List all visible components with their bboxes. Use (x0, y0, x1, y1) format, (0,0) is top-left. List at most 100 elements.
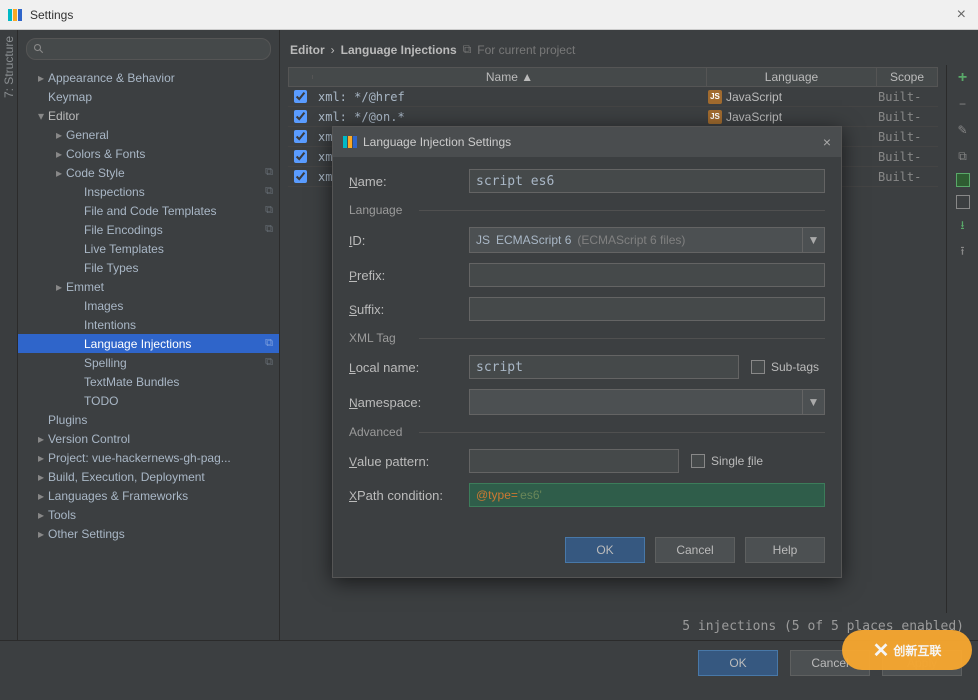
suffix-input[interactable] (469, 297, 825, 321)
watermark-badge: ✕创新互联 (842, 630, 972, 670)
search-icon (33, 43, 45, 55)
xmltag-legend: XML Tag (349, 331, 825, 345)
modal-help-button[interactable]: Help (745, 537, 825, 563)
settings-sidebar: ▸Appearance & BehaviorKeymap▾Editor▸Gene… (18, 30, 280, 640)
js-icon: JS (708, 110, 722, 124)
localname-input[interactable] (469, 355, 739, 379)
sidebar-item-project-vue-hackernews-gh-pag-[interactable]: ▸Project: vue-hackernews-gh-pag... (18, 448, 279, 467)
chevron-down-icon[interactable]: ▼ (803, 227, 825, 253)
table-row[interactable]: xml: */@hrefJSJavaScriptBuilt- (288, 87, 938, 107)
row-checkbox[interactable] (294, 90, 307, 103)
tool-window-stripe: 7: Structure (0, 30, 18, 640)
import-icon[interactable]: ⭳ (954, 217, 972, 235)
sidebar-item-file-encodings[interactable]: File Encodings⧉ (18, 220, 279, 239)
sidebar-item-todo[interactable]: TODO (18, 391, 279, 410)
valuepattern-input[interactable] (469, 449, 679, 473)
subtags-checkbox[interactable]: Sub-tags (751, 360, 819, 374)
settings-tree[interactable]: ▸Appearance & BehaviorKeymap▾Editor▸Gene… (18, 68, 279, 640)
js-icon: JS (708, 90, 722, 104)
col-name[interactable]: Name ▲ (313, 68, 707, 86)
copy-icon: ⧉ (265, 185, 273, 198)
structure-tab[interactable]: 7: Structure (2, 36, 16, 98)
breadcrumb: Editor › Language Injections ⧉ For curre… (280, 30, 978, 65)
dialog-button-bar: OK Cancel Apply (0, 640, 978, 684)
col-scope[interactable]: Scope (877, 68, 937, 86)
id-combo[interactable]: JSECMAScript 6 (ECMAScript 6 files) ▼ (469, 227, 825, 253)
window-title: Settings (30, 8, 73, 22)
ok-button[interactable]: OK (698, 650, 778, 676)
sidebar-item-languages-frameworks[interactable]: ▸Languages & Frameworks (18, 486, 279, 505)
localname-label: Local name: (349, 360, 469, 375)
sidebar-item-language-injections[interactable]: Language Injections⧉ (18, 334, 279, 353)
language-legend: Language (349, 203, 825, 217)
modal-titlebar[interactable]: Language Injection Settings × (333, 127, 841, 157)
xpath-input[interactable]: @type='es6' (469, 483, 825, 507)
copy-icon: ⧉ (265, 337, 273, 350)
sidebar-item-textmate-bundles[interactable]: TextMate Bundles (18, 372, 279, 391)
sidebar-item-live-templates[interactable]: Live Templates (18, 239, 279, 258)
table-toolbar: + − ✎ ⧉ ⭳ ⭱ (946, 65, 978, 613)
prefix-label: Prefix: (349, 268, 469, 283)
name-input[interactable] (469, 169, 825, 193)
row-checkbox[interactable] (294, 170, 307, 183)
disable-icon[interactable] (956, 195, 970, 209)
settings-search[interactable] (26, 38, 271, 60)
sidebar-item-editor[interactable]: ▾Editor (18, 106, 279, 125)
modal-close-icon[interactable]: × (823, 134, 831, 150)
modal-title: Language Injection Settings (363, 135, 511, 149)
window-titlebar: Settings × (0, 0, 978, 30)
name-label: Name: (349, 174, 469, 189)
singlefile-checkbox[interactable]: Single file (691, 454, 763, 468)
modal-ok-button[interactable]: OK (565, 537, 645, 563)
language-injection-modal: Language Injection Settings × Name: Lang… (332, 126, 842, 578)
js-icon: JS (476, 233, 490, 247)
row-checkbox[interactable] (294, 130, 307, 143)
xpath-label: XPath condition: (349, 488, 469, 503)
sidebar-item-plugins[interactable]: Plugins (18, 410, 279, 429)
suffix-label: Suffix: (349, 302, 469, 317)
col-language[interactable]: Language (707, 68, 877, 86)
sidebar-item-intentions[interactable]: Intentions (18, 315, 279, 334)
app-icon (8, 7, 24, 23)
modal-cancel-button[interactable]: Cancel (655, 537, 735, 563)
sidebar-item-build-execution-deployment[interactable]: ▸Build, Execution, Deployment (18, 467, 279, 486)
remove-icon[interactable]: − (954, 95, 972, 113)
close-icon[interactable]: × (953, 6, 970, 24)
sidebar-item-keymap[interactable]: Keymap (18, 87, 279, 106)
prefix-input[interactable] (469, 263, 825, 287)
copy-icon: ⧉ (265, 166, 273, 179)
sidebar-item-emmet[interactable]: ▸Emmet (18, 277, 279, 296)
add-icon[interactable]: + (954, 69, 972, 87)
sidebar-item-tools[interactable]: ▸Tools (18, 505, 279, 524)
sidebar-item-code-style[interactable]: ▸Code Style⧉ (18, 163, 279, 182)
copy-icon: ⧉ (265, 356, 273, 369)
copy-icon[interactable]: ⧉ (954, 147, 972, 165)
export-icon[interactable]: ⭱ (954, 243, 972, 261)
sidebar-item-images[interactable]: Images (18, 296, 279, 315)
sidebar-item-other-settings[interactable]: ▸Other Settings (18, 524, 279, 543)
enable-icon[interactable] (956, 173, 970, 187)
id-label: ID: (349, 233, 469, 248)
sidebar-item-file-types[interactable]: File Types (18, 258, 279, 277)
edit-icon[interactable]: ✎ (954, 121, 972, 139)
sidebar-item-inspections[interactable]: Inspections⧉ (18, 182, 279, 201)
breadcrumb-editor: Editor (290, 43, 325, 57)
injections-table-header: Name ▲ Language Scope (288, 67, 938, 87)
sidebar-item-version-control[interactable]: ▸Version Control (18, 429, 279, 448)
sidebar-item-spelling[interactable]: Spelling⧉ (18, 353, 279, 372)
sidebar-item-file-and-code-templates[interactable]: File and Code Templates⧉ (18, 201, 279, 220)
search-input[interactable] (49, 42, 264, 56)
copy-icon: ⧉ (265, 223, 273, 236)
namespace-combo[interactable]: ▼ (469, 389, 825, 415)
row-checkbox[interactable] (294, 150, 307, 163)
app-icon (343, 136, 357, 148)
sidebar-item-general[interactable]: ▸General (18, 125, 279, 144)
copy-icon: ⧉ (265, 204, 273, 217)
sidebar-item-appearance-behavior[interactable]: ▸Appearance & Behavior (18, 68, 279, 87)
sidebar-item-colors-fonts[interactable]: ▸Colors & Fonts (18, 144, 279, 163)
breadcrumb-page: Language Injections (341, 43, 457, 57)
table-row[interactable]: xml: */@on.*JSJavaScriptBuilt- (288, 107, 938, 127)
row-checkbox[interactable] (294, 110, 307, 123)
chevron-down-icon[interactable]: ▼ (803, 389, 825, 415)
copy-icon: ⧉ (463, 42, 472, 57)
